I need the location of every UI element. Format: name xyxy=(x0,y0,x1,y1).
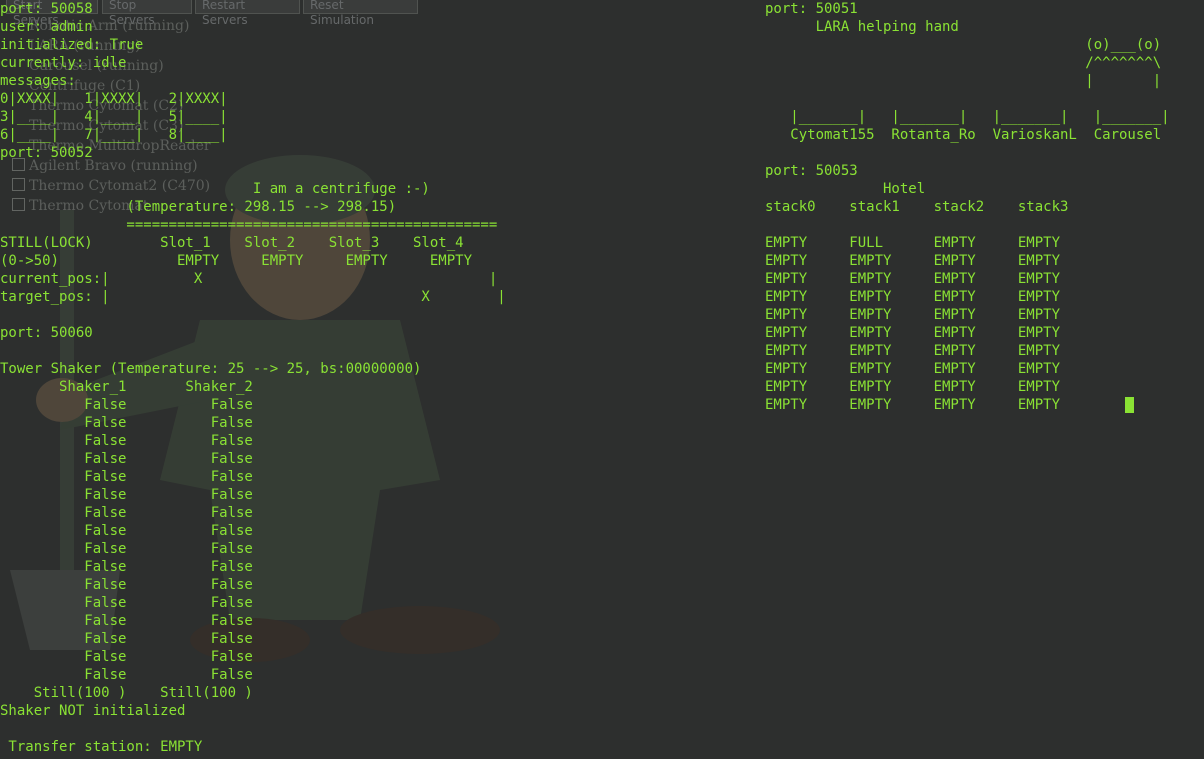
left-terminal-line: port: 50052 xyxy=(0,145,93,161)
left-terminal-line: False False xyxy=(0,397,253,413)
left-terminal-line: messages: xyxy=(0,73,76,89)
left-terminal-line: False False xyxy=(0,415,253,431)
left-terminal-line: False False xyxy=(0,541,253,557)
left-terminal-line: current_pos:| X | xyxy=(0,271,498,287)
right-terminal-line: EMPTY EMPTY EMPTY EMPTY xyxy=(765,361,1061,377)
right-terminal-line: |_______| |_______| |_______| |_______| xyxy=(765,109,1170,125)
right-terminal-line: EMPTY FULL EMPTY EMPTY xyxy=(765,235,1061,251)
left-terminal-line: port: 50060 xyxy=(0,325,93,341)
right-terminal-line: LARA helping hand xyxy=(765,19,959,35)
left-terminal-line: ========================================… xyxy=(0,217,498,233)
right-terminal-line: EMPTY EMPTY EMPTY EMPTY xyxy=(765,325,1061,341)
right-terminal-line: Cytomat155 Rotanta_Ro VarioskanL Carouse… xyxy=(765,127,1162,143)
left-terminal-line: Still(100 ) Still(100 ) xyxy=(0,685,253,701)
left-terminal-line: I am a centrifuge :-) xyxy=(0,181,430,197)
left-terminal-line: Shaker NOT initialized xyxy=(0,703,186,719)
right-terminal-line: port: 50053 xyxy=(765,163,858,179)
left-terminal-line: False False xyxy=(0,595,253,611)
left-terminal-line: False False xyxy=(0,613,253,629)
right-terminal-line: EMPTY EMPTY EMPTY EMPTY xyxy=(765,253,1061,269)
terminal-cursor xyxy=(1125,397,1134,413)
right-terminal-line: | | xyxy=(765,73,1162,89)
left-terminal-line: target_pos: | X | xyxy=(0,289,506,305)
right-terminal-line: EMPTY EMPTY EMPTY EMPTY xyxy=(765,289,1061,305)
left-terminal-line: False False xyxy=(0,451,253,467)
left-terminal-line: 0|XXXX| 1|XXXX| 2|XXXX| xyxy=(0,91,228,107)
left-terminal-line: False False xyxy=(0,577,253,593)
right-terminal-line: EMPTY EMPTY EMPTY EMPTY xyxy=(765,379,1061,395)
left-terminal-line: initialized: True xyxy=(0,37,144,53)
left-terminal-line: Shaker_1 Shaker_2 xyxy=(0,379,253,395)
left-terminal-line: False False xyxy=(0,667,253,683)
left-terminal-line: False False xyxy=(0,523,253,539)
left-terminal-line: currently: idle xyxy=(0,55,127,71)
left-terminal-line: STILL(LOCK) Slot_1 Slot_2 Slot_3 Slot_4 xyxy=(0,235,464,251)
left-terminal-line: False False xyxy=(0,433,253,449)
right-terminal-line: EMPTY EMPTY EMPTY EMPTY xyxy=(765,307,1061,323)
right-terminal-line: stack0 stack1 stack2 stack3 xyxy=(765,199,1069,215)
right-terminal-line: Hotel xyxy=(765,181,926,197)
right-terminal-line: port: 50051 xyxy=(765,1,858,17)
left-terminal-line: user: admin xyxy=(0,19,93,35)
left-terminal-line: 6|____| 7|____| 8|____| xyxy=(0,127,228,143)
right-terminal-line: /^^^^^^^\ xyxy=(765,55,1162,71)
right-terminal-line: EMPTY EMPTY EMPTY EMPTY xyxy=(765,271,1061,287)
right-terminal-line: EMPTY EMPTY EMPTY EMPTY xyxy=(765,343,1061,359)
left-terminal-line: Transfer station: EMPTY xyxy=(0,739,203,755)
left-terminal-line: (0->50) EMPTY EMPTY EMPTY EMPTY xyxy=(0,253,473,269)
right-terminal-output: port: 50051 LARA helping hand (o)___(o) … xyxy=(765,0,1170,414)
left-terminal-line: False False xyxy=(0,559,253,575)
left-terminal-line: False False xyxy=(0,487,253,503)
left-terminal-line: False False xyxy=(0,649,253,665)
left-terminal-line: False False xyxy=(0,469,253,485)
left-terminal-output: port: 50058 user: admin initialized: Tru… xyxy=(0,0,506,756)
left-terminal-line: port: 50058 xyxy=(0,1,93,17)
left-terminal-line: Tower Shaker (Temperature: 25 --> 25, bs… xyxy=(0,361,422,377)
right-terminal-line: (o)___(o) xyxy=(765,37,1162,53)
left-terminal-line: False False xyxy=(0,505,253,521)
left-terminal-line: 3|____| 4|____| 5|____| xyxy=(0,109,228,125)
right-terminal-line: EMPTY EMPTY EMPTY EMPTY xyxy=(765,397,1061,413)
left-terminal-line: False False xyxy=(0,631,253,647)
left-terminal-line: (Temperature: 298.15 --> 298.15) xyxy=(0,199,397,215)
